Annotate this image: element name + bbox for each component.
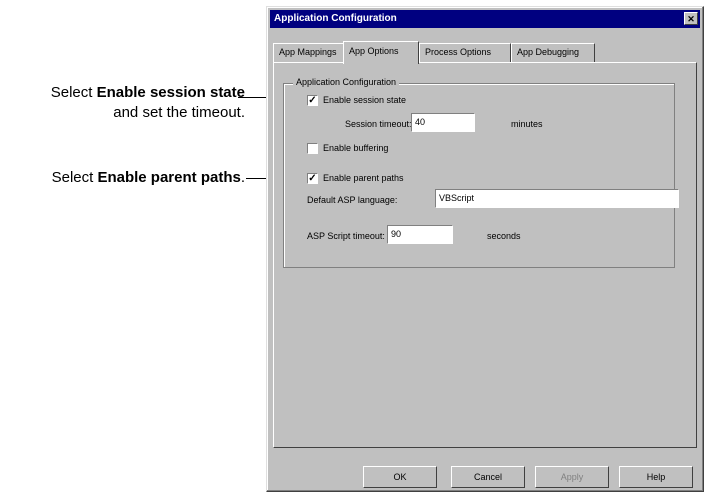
check-mark-icon: ✓: [308, 95, 317, 106]
groupbox-label: Application Configuration: [293, 77, 400, 87]
cancel-button[interactable]: Cancel: [451, 466, 525, 488]
close-button[interactable]: ✕: [684, 12, 698, 25]
default-asp-language-input[interactable]: VBScript: [435, 189, 679, 208]
apply-button-label: Apply: [560, 472, 584, 482]
session-timeout-input[interactable]: 40: [411, 113, 475, 132]
close-icon: ✕: [687, 14, 695, 24]
tab-process-options[interactable]: Process Options: [419, 43, 511, 62]
session-timeout-unit: minutes: [511, 119, 543, 129]
default-asp-language-label: Default ASP language:: [307, 195, 398, 205]
callout-text: Select: [51, 169, 98, 186]
tab-label: App Mappings: [279, 47, 337, 57]
enable-session-state-checkbox[interactable]: ✓: [307, 95, 318, 106]
tab-app-options[interactable]: App Options: [343, 41, 419, 64]
tab-label: Process Options: [425, 47, 492, 57]
callout-parent-paths: Select Enable parent paths.: [52, 168, 245, 188]
help-button-label: Help: [646, 472, 666, 482]
apply-button[interactable]: Apply: [535, 466, 609, 488]
asp-script-timeout-label: ASP Script timeout:: [307, 231, 385, 241]
enable-parent-paths-label[interactable]: Enable parent paths: [323, 173, 404, 183]
window-title: Application Configuration: [274, 13, 397, 24]
tab-app-debugging[interactable]: App Debugging: [511, 43, 595, 62]
callout-bold-text: Enable parent paths: [97, 169, 241, 186]
check-mark-icon: ✓: [308, 173, 317, 184]
enable-parent-paths-checkbox[interactable]: ✓: [307, 173, 318, 184]
callout-text: Select: [50, 84, 97, 101]
asp-script-timeout-input[interactable]: 90: [387, 225, 453, 244]
tab-app-mappings[interactable]: App Mappings: [273, 43, 345, 62]
enable-buffering-checkbox[interactable]: [307, 143, 318, 154]
enable-buffering-label[interactable]: Enable buffering: [323, 143, 388, 153]
cancel-button-label: Cancel: [473, 472, 502, 482]
enable-session-state-label[interactable]: Enable session state: [323, 95, 406, 105]
title-bar[interactable]: Application Configuration ✕: [270, 10, 700, 28]
tab-label: App Debugging: [517, 47, 580, 57]
callout-text: and set the timeout.: [113, 104, 245, 121]
ok-button[interactable]: OK: [363, 466, 437, 488]
session-timeout-label: Session timeout:: [345, 119, 412, 129]
ok-button-label: OK: [393, 472, 407, 482]
callout-text: .: [240, 169, 245, 186]
callout-session-state: Select Enable session state and set the …: [51, 83, 245, 123]
tab-label: App Options: [349, 46, 399, 56]
application-configuration-dialog: Application Configuration ✕ App Mappings…: [266, 6, 704, 492]
callout-bold-text: Enable session state: [96, 84, 245, 101]
asp-script-timeout-unit: seconds: [487, 231, 521, 241]
help-button[interactable]: Help: [619, 466, 693, 488]
